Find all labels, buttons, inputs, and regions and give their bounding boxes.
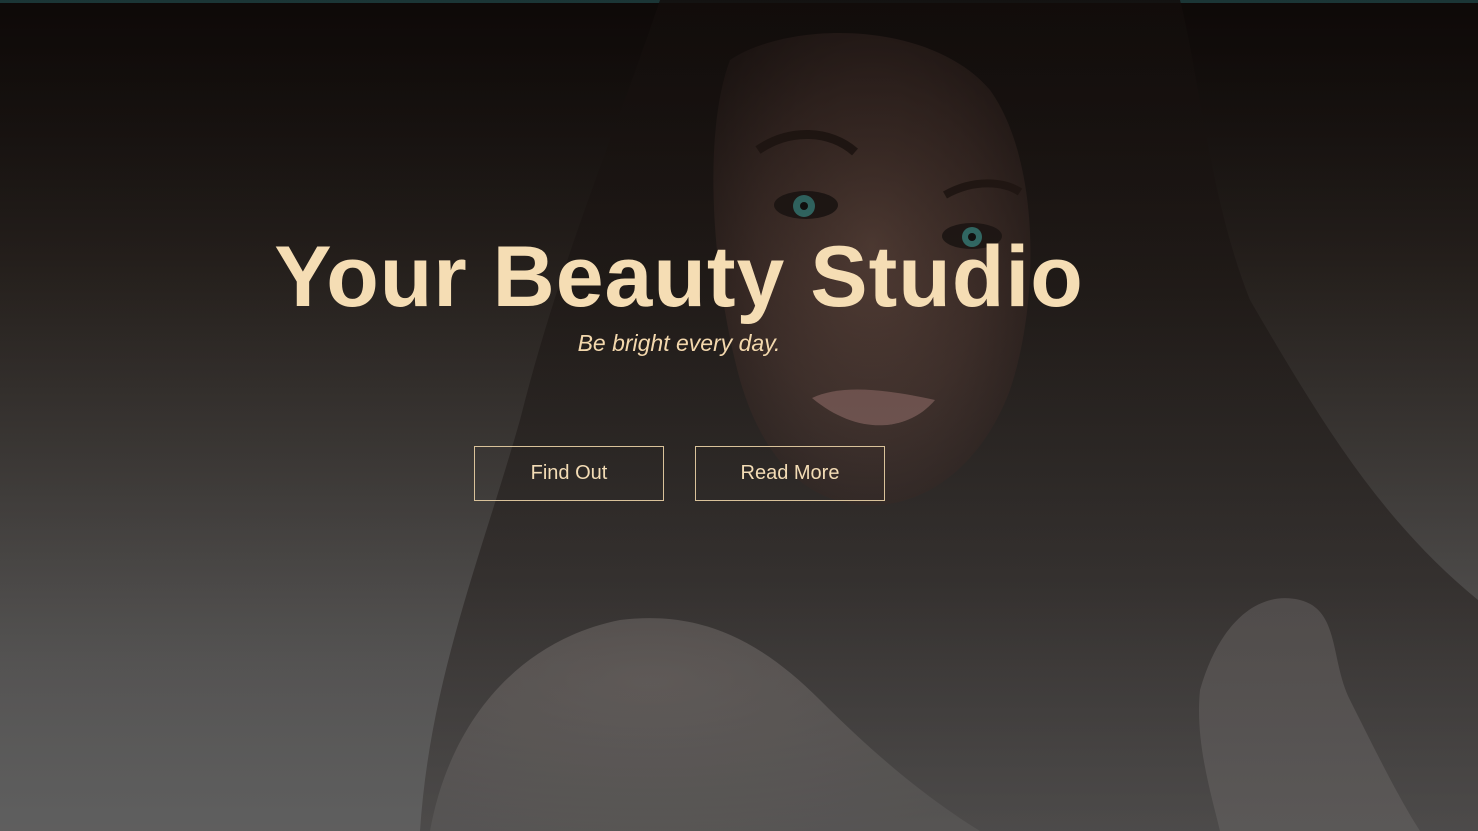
hero-section: Your Beauty Studio Be bright every day. … bbox=[0, 0, 1478, 831]
hero-title: Your Beauty Studio bbox=[274, 229, 1084, 325]
hero-subtitle: Be bright every day. bbox=[577, 330, 781, 356]
find-out-button[interactable]: Find Out bbox=[474, 446, 664, 501]
hero-dark-overlay bbox=[0, 0, 1478, 831]
read-more-button[interactable]: Read More bbox=[695, 446, 885, 501]
